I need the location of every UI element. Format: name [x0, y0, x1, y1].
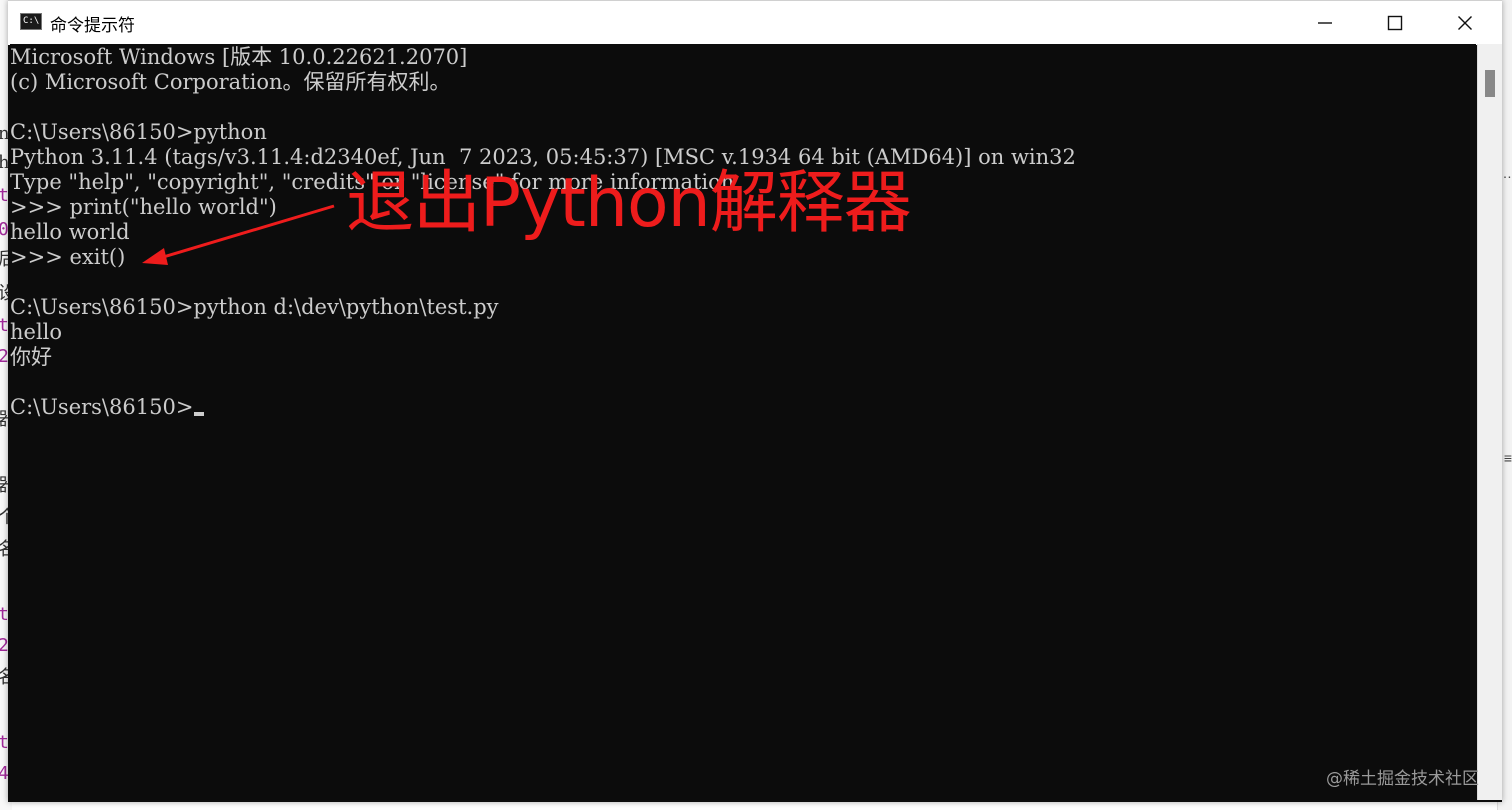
scrollbar-thumb[interactable]: [1485, 70, 1495, 97]
console-line: (c) Microsoft Corporation。保留所有权利。: [10, 70, 451, 94]
console-line: C:\Users\86150>python: [10, 120, 267, 144]
command-prompt-window[interactable]: C:\ 命令提示符 Microsoft Windows [版本 10.0.226…: [8, 0, 1502, 802]
console-prompt-line[interactable]: C:\Users\86150>: [10, 395, 205, 420]
minimize-button[interactable]: [1290, 1, 1360, 45]
minimize-icon: [1318, 22, 1332, 24]
vertical-scrollbar[interactable]: [1477, 44, 1502, 800]
window-title: 命令提示符: [50, 16, 135, 36]
annotation-label: 退出Python解释器: [346, 164, 912, 243]
close-button[interactable]: [1430, 1, 1500, 45]
background-fragment-icon: ≡: [1503, 450, 1512, 466]
title-bar[interactable]: C:\ 命令提示符: [8, 0, 1502, 45]
console-output[interactable]: Microsoft Windows [版本 10.0.22621.2070] (…: [10, 44, 1476, 800]
console-line: C:\Users\86150>python d:\dev\python\test…: [10, 295, 499, 319]
maximize-icon: [1387, 15, 1403, 31]
maximize-button[interactable]: [1360, 1, 1430, 45]
text-cursor: [194, 412, 205, 416]
cmd-icon: C:\: [20, 13, 42, 30]
console-line: hello world: [10, 220, 130, 244]
console-line: >>> exit(): [10, 245, 126, 269]
console-line: >>> print("hello world"): [10, 195, 277, 219]
watermark: @稀土掘金技术社区: [1326, 769, 1479, 789]
console-line: 你好: [10, 345, 52, 369]
console-line: Microsoft Windows [版本 10.0.22621.2070]: [10, 45, 468, 69]
console-line: hello: [10, 320, 63, 344]
close-icon: [1458, 16, 1472, 30]
console-prompt: C:\Users\86150>: [10, 395, 194, 419]
